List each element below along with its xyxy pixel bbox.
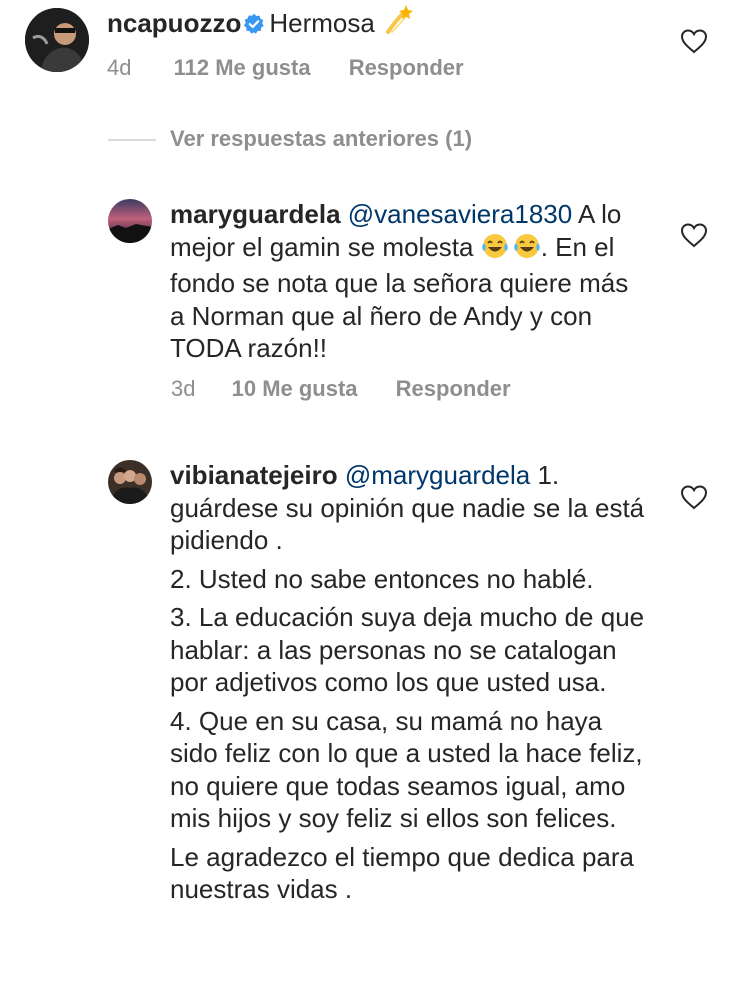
comment-ncapuozzo: ncapuozzo Hermosa (107, 2, 667, 44)
comment-paragraph: 4. Que en su casa, su mamá no haya sido … (170, 705, 643, 834)
avatar-ncapuozzo[interactable] (25, 8, 89, 72)
avatar-maryguardela[interactable] (108, 199, 152, 243)
comment-time: 4d (107, 55, 132, 80)
comment-meta-ncapuozzo: 4d 112 Me gusta Responder (107, 55, 464, 81)
comment-paragraph: 3. La educación suya deja mucho de que h… (170, 602, 645, 697)
dizzy-emoji-icon (382, 2, 416, 44)
likes-count[interactable]: 112 Me gusta (174, 55, 311, 80)
avatar-vibianatejeiro[interactable] (108, 460, 152, 504)
comment-time: 3d (171, 376, 196, 401)
avatar-photo (108, 199, 152, 243)
mention-link[interactable]: @maryguardela (345, 460, 530, 490)
reply-button[interactable]: Responder (349, 55, 464, 80)
view-previous-replies-button[interactable]: Ver respuestas anteriores (1) (170, 126, 472, 152)
laughing-tears-emoji-icon (481, 232, 509, 268)
laughing-tears-emoji-icon (513, 232, 541, 268)
comment-text: Hermosa (269, 8, 375, 38)
comment-meta-maryguardela: 3d 10 Me gusta Responder (171, 376, 511, 402)
username-ncapuozzo[interactable]: ncapuozzo (107, 8, 241, 38)
like-heart-icon[interactable] (680, 484, 708, 510)
like-heart-icon[interactable] (680, 222, 708, 248)
avatar-photo (25, 8, 89, 72)
mention-link[interactable]: @vanesaviera1830 (348, 199, 572, 229)
comment-vibianatejeiro: vibianatejeiro @maryguardela 1. guárdese… (170, 459, 648, 906)
view-replies-divider (108, 139, 156, 141)
avatar-photo (108, 460, 152, 504)
username-maryguardela[interactable]: maryguardela (170, 199, 341, 229)
comment-maryguardela: maryguardela @vanesaviera1830 A lo mejor… (170, 198, 648, 365)
username-vibianatejeiro[interactable]: vibianatejeiro (170, 460, 338, 490)
comment-paragraph: Le agradezco el tiempo que dedica para n… (170, 841, 634, 905)
reply-button[interactable]: Responder (396, 376, 511, 401)
likes-count[interactable]: 10 Me gusta (232, 376, 358, 401)
comment-paragraph: 2. Usted no sabe entonces no hablé. (170, 563, 594, 594)
comment-paragraph: vibianatejeiro @maryguardela 1. guárdese… (170, 459, 648, 557)
like-heart-icon[interactable] (680, 28, 708, 54)
verified-badge-icon (243, 10, 265, 43)
